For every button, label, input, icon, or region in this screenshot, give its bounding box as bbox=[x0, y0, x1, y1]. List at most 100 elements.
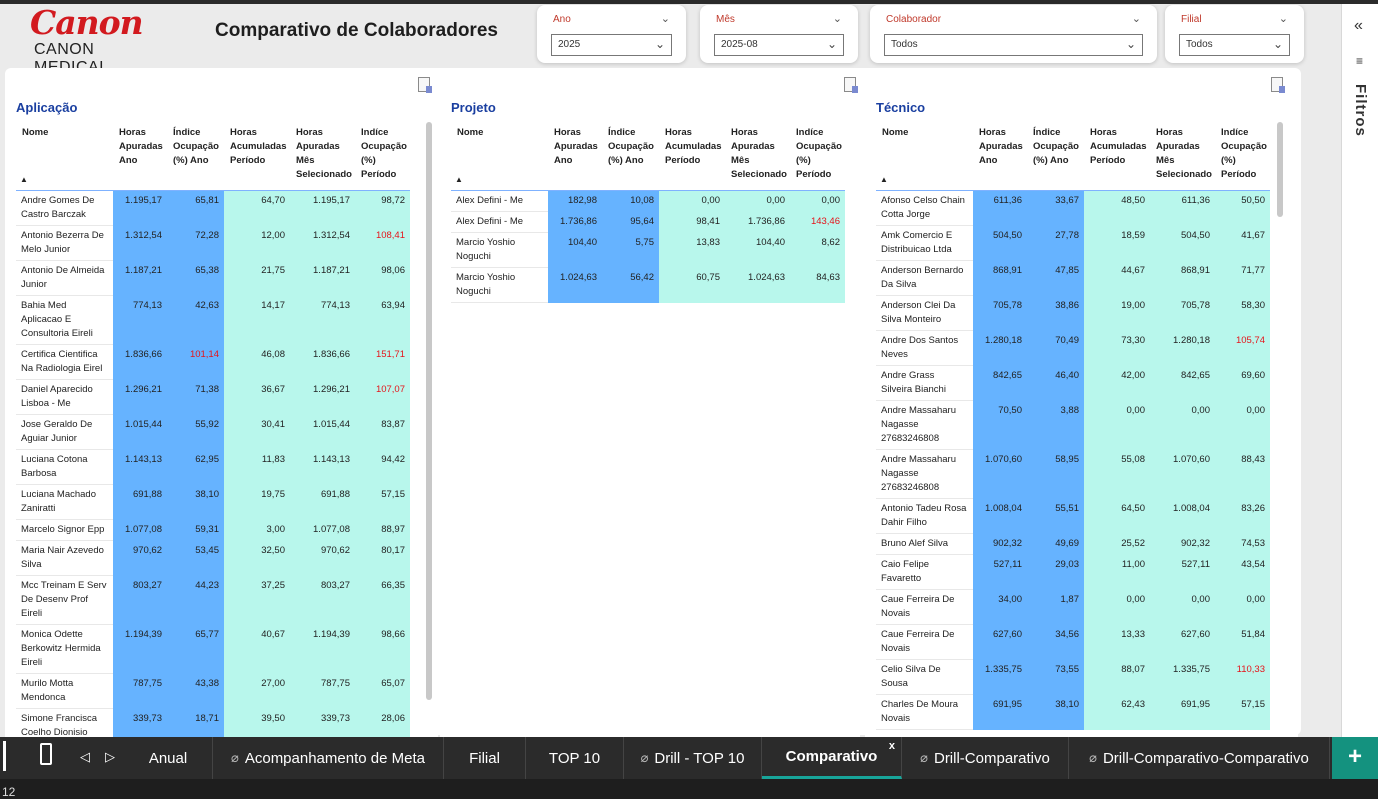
column-header[interactable]: Horas Apuradas Ano bbox=[548, 122, 602, 191]
table-row[interactable]: Antonio De Almeida Junior 1.187,21 65,38 21… bbox=[16, 260, 410, 296]
table-row[interactable]: Maria Nair Azevedo Silva 970,62 53,45 32,50… bbox=[16, 540, 410, 576]
cell-text: 627,60 bbox=[992, 628, 1022, 640]
table-row[interactable]: Caio Felipe Favaretto 527,11 29,03 11,00 527… bbox=[876, 554, 1270, 590]
value-cell: 55,08 bbox=[1084, 449, 1150, 499]
chevron-down-icon[interactable]: ⌄ bbox=[833, 12, 842, 25]
slicer-dropdown[interactable]: Todos ⌄ bbox=[1179, 34, 1290, 56]
sort-ascending-icon[interactable]: ▲ bbox=[880, 173, 888, 187]
table-row[interactable]: Antonio Tadeu Rosa Dahir Filho 1.008,04 55… bbox=[876, 498, 1270, 534]
table-row[interactable]: Monica Odette Berkowitz Hermida Eireli 1.… bbox=[16, 624, 410, 674]
cell-text: 787,75 bbox=[132, 677, 162, 689]
table-row[interactable]: Luciana Cotona Barbosa 1.143,13 62,95 11,83… bbox=[16, 449, 410, 485]
table-row[interactable]: Luciana Machado Zaniratti 691,88 38,10 19,7… bbox=[16, 484, 410, 520]
page-tab[interactable]: ⌀ Acompanhamento de Meta bbox=[213, 737, 444, 779]
table-row[interactable]: Andre Massaharu Nagasse 27683246808 70,50… bbox=[876, 400, 1270, 450]
chevron-down-icon[interactable]: ⌄ bbox=[1279, 12, 1288, 25]
sort-ascending-icon[interactable]: ▲ bbox=[455, 173, 463, 187]
desktop-view-icon[interactable] bbox=[0, 741, 6, 771]
mobile-view-icon[interactable] bbox=[40, 743, 52, 765]
slicer-filial[interactable]: Filial ⌄ Todos ⌄ bbox=[1165, 5, 1304, 63]
column-header[interactable]: Horas Apuradas Mês Selecionado bbox=[725, 122, 790, 191]
table-row[interactable]: Bahia Med Aplicacao E Consultoria Eireli… bbox=[16, 295, 410, 345]
table-row[interactable]: Antonio Bezerra De Melo Junior 1.312,54 72… bbox=[16, 225, 410, 261]
cell-text: 43,54 bbox=[1241, 558, 1265, 570]
table-row[interactable]: Simone Francisca Coelho Dionisio 339,73 18… bbox=[16, 708, 410, 737]
page-tab[interactable]: Filial bbox=[444, 737, 526, 779]
column-header[interactable]: Índice Ocupação (%) Ano bbox=[167, 122, 224, 191]
column-header[interactable]: Horas Apuradas Mês Selecionado bbox=[290, 122, 355, 191]
table-row[interactable]: Alex Defini - Me 182,98 10,08 0,00 0,00 0,00 bbox=[451, 190, 845, 212]
table-row[interactable]: Alex Defini - Me 1.736,86 95,64 98,41 1.736,… bbox=[451, 211, 845, 233]
export-data-icon[interactable] bbox=[1271, 77, 1285, 93]
column-header[interactable]: Nome ▲ bbox=[451, 122, 548, 191]
value-cell: 57,15 bbox=[355, 484, 410, 520]
table-row[interactable]: Andre Grass Silveira Bianchi 842,65 46,40 4… bbox=[876, 365, 1270, 401]
page-tab[interactable]: Anual bbox=[124, 737, 213, 779]
name-cell: Andre Dos Santos Neves bbox=[876, 330, 973, 366]
table-row[interactable]: Bruno Alef Silva 902,32 49,69 25,52 902,32 74… bbox=[876, 533, 1270, 555]
previous-page-icon[interactable]: ◁ bbox=[80, 749, 90, 765]
vertical-scrollbar[interactable] bbox=[1277, 122, 1283, 217]
slicer-colaborador[interactable]: Colaborador ⌄ Todos ⌄ bbox=[870, 5, 1157, 63]
chevron-down-icon[interactable]: ⌄ bbox=[1132, 12, 1141, 25]
table-row[interactable]: Anderson Bernardo Da Silva 868,91 47,85 44,… bbox=[876, 260, 1270, 296]
column-header[interactable]: Horas Acumuladas Período bbox=[1084, 122, 1150, 191]
column-header[interactable]: Índice Ocupação (%) Ano bbox=[1027, 122, 1084, 191]
filter-icon[interactable]: ≡ bbox=[1356, 54, 1363, 68]
column-header[interactable]: Indíce Ocupação (%) Período bbox=[790, 122, 845, 191]
page-tab[interactable]: ⌀ Drill - TOP 10 bbox=[624, 737, 762, 779]
table-row[interactable]: Celio Silva De Sousa 1.335,75 73,55 88,07 1.… bbox=[876, 659, 1270, 695]
table-row[interactable]: Amk Comercio E Distribuicao Ltda 504,50 27… bbox=[876, 225, 1270, 261]
page-tab[interactable]: Comparativo x bbox=[762, 737, 902, 779]
table-row[interactable]: Mcc Treinam E Serv De Desenv Prof Eireli… bbox=[16, 575, 410, 625]
table-row[interactable]: Anderson Clei Da Silva Monteiro 705,78 38,… bbox=[876, 295, 1270, 331]
table-row[interactable]: Afonso Celso Chain Cotta Jorge 611,36 33,6… bbox=[876, 190, 1270, 226]
table-row[interactable]: Andre Massaharu Nagasse 27683246808 1.070… bbox=[876, 449, 1270, 499]
table-row[interactable]: Caue Ferreira De Novais 34,00 1,87 0,00 0,00… bbox=[876, 589, 1270, 625]
export-data-icon[interactable] bbox=[418, 77, 432, 93]
close-tab-icon[interactable]: x bbox=[889, 740, 895, 752]
table-row[interactable]: Daniel Aparecido Lisboa - Me 1.296,21 71,3… bbox=[16, 379, 410, 415]
table-row[interactable]: Marcio Yoshio Noguchi 104,40 5,75 13,83 104,… bbox=[451, 232, 845, 268]
column-header[interactable]: Nome ▲ bbox=[16, 122, 113, 191]
slicer-dropdown[interactable]: 2025 ⌄ bbox=[551, 34, 672, 56]
column-header[interactable]: Horas Apuradas Mês Selecionado bbox=[1150, 122, 1215, 191]
column-header[interactable]: Horas Acumuladas Período bbox=[224, 122, 290, 191]
table-row[interactable]: Marcio Yoshio Noguchi 1.024,63 56,42 60,75 1… bbox=[451, 267, 845, 303]
sort-ascending-icon[interactable]: ▲ bbox=[20, 173, 28, 187]
cell-text: 98,41 bbox=[696, 215, 720, 227]
table-row[interactable]: Certifica Cientifica Na Radiologia Eirel… bbox=[16, 344, 410, 380]
add-page-button[interactable]: + bbox=[1332, 737, 1378, 779]
table-row[interactable]: Andre Dos Santos Neves 1.280,18 70,49 73,30… bbox=[876, 330, 1270, 366]
column-header[interactable]: Horas Apuradas Ano bbox=[973, 122, 1027, 191]
page-tab[interactable]: ⌀ Drill-Comparativo bbox=[902, 737, 1069, 779]
filter-pane-title[interactable]: Filtros bbox=[1352, 84, 1369, 137]
value-cell: 33,67 bbox=[1027, 190, 1084, 226]
next-page-icon[interactable]: ▷ bbox=[105, 749, 115, 765]
column-header[interactable]: Índice Ocupação (%) Ano bbox=[602, 122, 659, 191]
column-header[interactable]: Indíce Ocupação (%) Período bbox=[1215, 122, 1270, 191]
column-header[interactable]: Indíce Ocupação (%) Período bbox=[355, 122, 410, 191]
column-header[interactable]: Horas Acumuladas Período bbox=[659, 122, 725, 191]
table-row[interactable]: Marcelo Signor Epp 1.077,08 59,31 3,00 1.077… bbox=[16, 519, 410, 541]
column-header[interactable]: Nome ▲ bbox=[876, 122, 973, 191]
slicer-ano[interactable]: Ano ⌄ 2025 ⌄ bbox=[537, 5, 686, 63]
cell-text: 19,75 bbox=[261, 488, 285, 500]
double-chevron-left-icon[interactable]: « bbox=[1354, 17, 1363, 35]
chevron-down-icon[interactable]: ⌄ bbox=[661, 12, 670, 25]
column-header-label: Indíce Ocupação (%) Período bbox=[361, 127, 407, 180]
cell-text: 58,30 bbox=[1241, 299, 1265, 311]
slicer-mes[interactable]: Mês ⌄ 2025-08 ⌄ bbox=[700, 5, 858, 63]
column-header[interactable]: Horas Apuradas Ano bbox=[113, 122, 167, 191]
page-tab[interactable]: TOP 10 bbox=[526, 737, 624, 779]
table-row[interactable]: Jose Geraldo De Aguiar Junior 1.015,44 55,… bbox=[16, 414, 410, 450]
table-row[interactable]: Andre Gomes De Castro Barczak 1.195,17 65,… bbox=[16, 190, 410, 226]
table-row[interactable]: Caue Ferreira De Novais 627,60 34,56 13,33 6… bbox=[876, 624, 1270, 660]
slicer-dropdown[interactable]: Todos ⌄ bbox=[884, 34, 1143, 56]
table-row[interactable]: Murilo Motta Mendonca 787,75 43,38 27,00 787… bbox=[16, 673, 410, 709]
table-row[interactable]: Charles De Moura Novais 691,95 38,10 62,43 6… bbox=[876, 694, 1270, 730]
page-tab[interactable]: ⌀ Drill-Comparativo-Comparativo bbox=[1069, 737, 1330, 779]
vertical-scrollbar[interactable] bbox=[426, 122, 432, 700]
export-data-icon[interactable] bbox=[844, 77, 858, 93]
slicer-dropdown[interactable]: 2025-08 ⌄ bbox=[714, 34, 844, 56]
